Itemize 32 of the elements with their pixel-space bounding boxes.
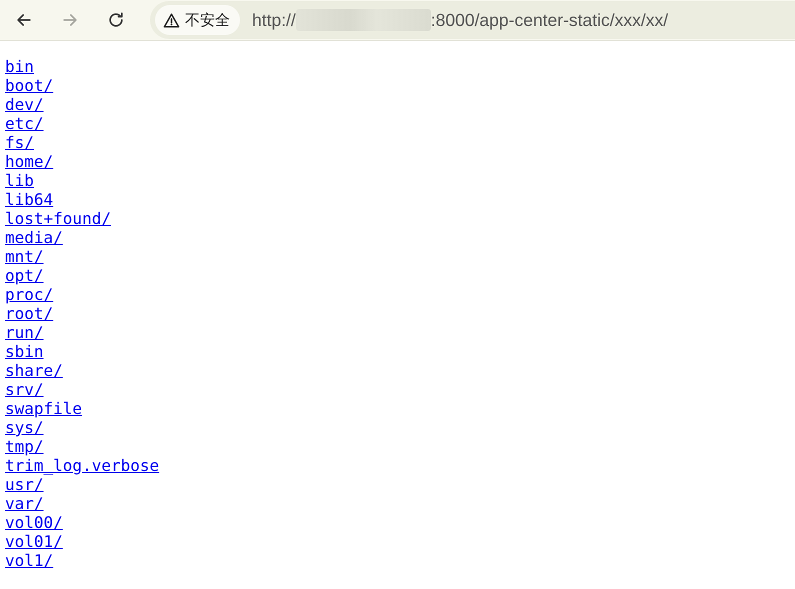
address-bar[interactable]: 不安全 http:// :8000/app-center-static/xxx/xx/ — [150, 1, 795, 39]
file-link[interactable]: dev/ — [5, 95, 44, 114]
file-link[interactable]: home/ — [5, 152, 54, 171]
file-link[interactable]: fs/ — [5, 133, 34, 152]
file-link[interactable]: share/ — [5, 361, 63, 380]
file-link[interactable]: media/ — [5, 228, 63, 247]
file-link[interactable]: bin — [5, 57, 34, 76]
file-link[interactable]: sys/ — [5, 418, 44, 437]
file-link[interactable]: proc/ — [5, 285, 54, 304]
file-link[interactable]: trim_log.verbose — [5, 456, 160, 475]
url-text: :8000/app-center-static/xxx/xx/ — [430, 10, 668, 30]
file-link[interactable]: sbin — [5, 342, 44, 361]
file-link[interactable]: vol00/ — [5, 513, 63, 532]
file-link[interactable]: srv/ — [5, 380, 44, 399]
file-link[interactable]: etc/ — [5, 114, 44, 133]
file-link[interactable]: lib — [5, 171, 34, 190]
file-link[interactable]: run/ — [5, 323, 44, 342]
file-link[interactable]: var/ — [5, 494, 44, 513]
file-link[interactable]: vol01/ — [5, 532, 63, 551]
file-link[interactable]: boot/ — [5, 76, 54, 95]
file-link[interactable]: vol1/ — [5, 551, 54, 570]
file-link[interactable]: swapfile — [5, 399, 82, 418]
file-link[interactable]: lost+found/ — [5, 209, 111, 228]
file-link[interactable]: lib64 — [5, 190, 54, 209]
security-badge[interactable]: 不安全 — [155, 5, 240, 35]
warning-icon — [163, 12, 180, 28]
file-link[interactable]: root/ — [5, 304, 54, 323]
file-link[interactable]: opt/ — [5, 266, 44, 285]
file-link[interactable]: usr/ — [5, 475, 44, 494]
url-text: http:// — [252, 10, 296, 30]
file-link[interactable]: mnt/ — [5, 247, 44, 266]
file-link[interactable]: tmp/ — [5, 437, 44, 456]
